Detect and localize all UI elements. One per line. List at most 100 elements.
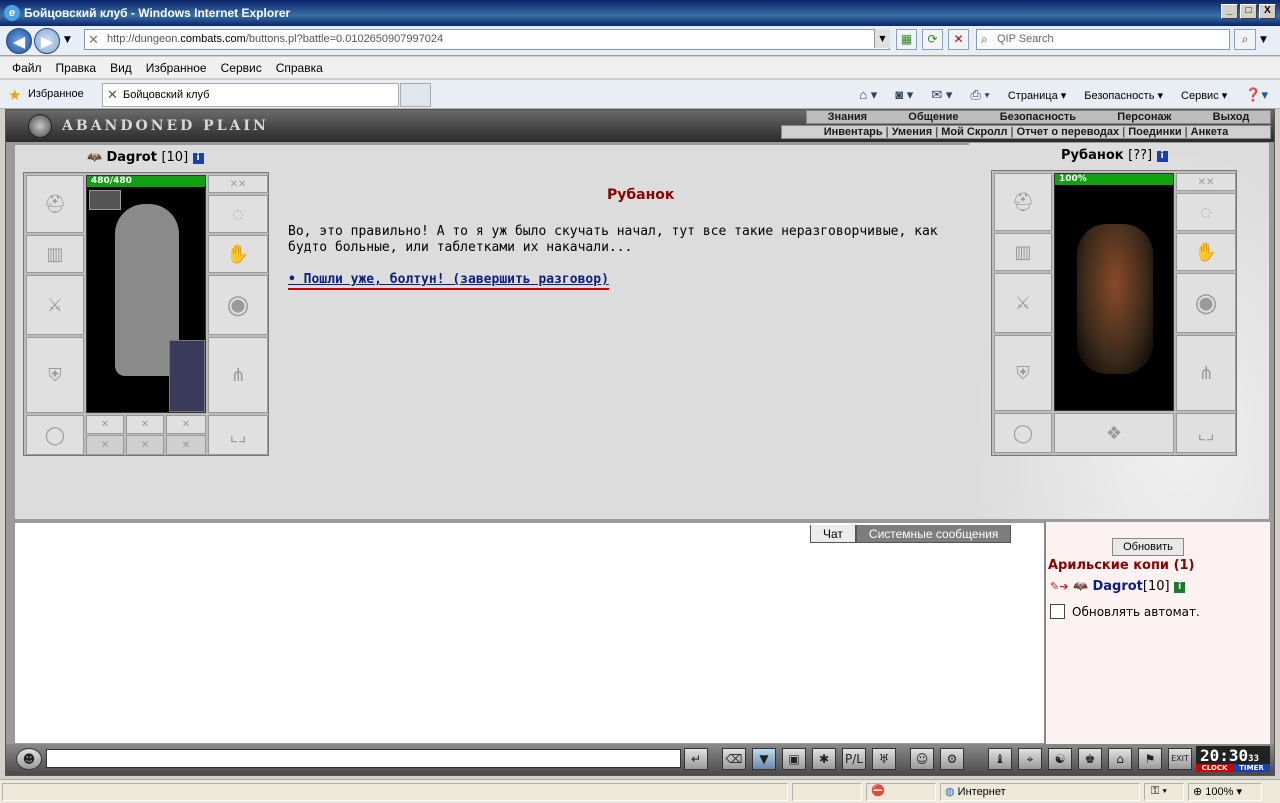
earrings-slot-icon[interactable]: ✕✕: [1176, 173, 1236, 191]
boots-slot-icon[interactable]: ⌞⌟: [1176, 413, 1236, 453]
translit-icon[interactable]: ♅: [872, 748, 896, 770]
auto-refresh-checkbox[interactable]: [1050, 604, 1065, 619]
ring-slot-icon[interactable]: ✕: [126, 415, 164, 434]
exit-icon[interactable]: EXIT: [1168, 748, 1192, 770]
send-enter-icon[interactable]: ↵: [684, 748, 708, 770]
history-dropdown-icon[interactable]: ▼: [64, 35, 71, 45]
belt-slot-icon[interactable]: ◯: [26, 415, 84, 455]
tab-system-messages[interactable]: Системные сообщения: [855, 525, 1012, 543]
smiley-icon[interactable]: ☺: [910, 748, 934, 770]
menu-exit[interactable]: Выход: [1213, 111, 1250, 123]
submenu-profile[interactable]: Анкета: [1191, 126, 1229, 138]
mail-icon[interactable]: ✉ ▾: [931, 87, 952, 103]
no-pvp-icon[interactable]: ✱: [812, 748, 836, 770]
menu-tools[interactable]: Сервис: [221, 61, 262, 75]
private-mode-icon[interactable]: P/L: [842, 748, 866, 770]
menu-help[interactable]: Справка: [276, 61, 323, 75]
end-conversation-link[interactable]: • Пошли уже, болтун! (завершить разговор…: [288, 272, 609, 290]
submenu-transfer-report[interactable]: Отчет о переводах: [1017, 126, 1120, 138]
earrings-slot-icon[interactable]: ✕✕: [208, 175, 268, 193]
amulet-slot-icon[interactable]: ◌: [1176, 193, 1236, 231]
npc-name[interactable]: Рубанок: [1061, 148, 1124, 163]
gloves-slot-icon[interactable]: ✋: [208, 235, 268, 273]
new-tab-button[interactable]: [400, 83, 431, 107]
pet-owl-icon[interactable]: [169, 340, 205, 412]
save-icon[interactable]: ▣: [782, 748, 806, 770]
player-name[interactable]: Dagrot: [106, 150, 156, 165]
spell-slot-icon[interactable]: ✕: [126, 435, 164, 455]
browser-tab[interactable]: ✕ Бойцовский клуб: [102, 83, 399, 107]
forward-button[interactable]: ▶: [34, 28, 60, 54]
stop-icon[interactable]: ✕: [948, 29, 969, 50]
submenu-my-scroll[interactable]: Мой Скролл: [941, 126, 1007, 138]
shield-slot-icon[interactable]: ◉: [1176, 273, 1236, 333]
zone-lock-icon[interactable]: ⚿ ▾: [1144, 783, 1184, 801]
tools-menu[interactable]: Сервис ▾: [1181, 89, 1227, 102]
bracers-slot-icon[interactable]: ▥: [26, 235, 84, 273]
house-icon[interactable]: ⌂: [1108, 748, 1132, 770]
chat-head-icon[interactable]: ☻: [16, 748, 42, 770]
close-button[interactable]: X: [1259, 4, 1276, 19]
npc-info-icon[interactable]: i: [1156, 151, 1168, 162]
tab-chat[interactable]: Чат: [810, 525, 856, 543]
shield-slot-icon[interactable]: ◉: [208, 275, 268, 335]
armor-slot-icon[interactable]: ⛨: [26, 337, 84, 413]
menu-file[interactable]: Файл: [12, 61, 42, 75]
gloves-slot-icon[interactable]: ✋: [1176, 233, 1236, 271]
map-icon[interactable]: ☯: [1048, 748, 1072, 770]
submenu-battles[interactable]: Поединки: [1128, 126, 1181, 138]
spell-slot-icon[interactable]: ✕: [166, 435, 206, 455]
menu-view[interactable]: Вид: [110, 61, 132, 75]
ring-slot-icon[interactable]: ✕: [166, 415, 206, 434]
quest-icon[interactable]: ⌖: [1018, 748, 1042, 770]
protected-mode-icon[interactable]: ⛔: [866, 783, 936, 801]
helmet-slot-icon[interactable]: ⛑: [26, 175, 84, 233]
home-icon[interactable]: ⌂ ▾: [859, 87, 877, 103]
ring-slot-icon[interactable]: ✕: [86, 415, 124, 434]
menu-security[interactable]: Безопасность: [1000, 111, 1076, 123]
submenu-skills[interactable]: Умения: [892, 126, 932, 138]
refresh-icon[interactable]: ⟳: [922, 29, 943, 50]
timer-label[interactable]: TIMER: [1233, 764, 1270, 772]
helmet-slot-icon[interactable]: ⛑: [994, 173, 1052, 231]
menu-favorites[interactable]: Избранное: [146, 61, 207, 75]
page-menu[interactable]: Страница ▾: [1008, 89, 1066, 102]
safety-menu[interactable]: Безопасность ▾: [1084, 89, 1163, 102]
search-go-icon[interactable]: ⌕: [1234, 29, 1256, 50]
address-dropdown-icon[interactable]: ▼: [874, 29, 890, 48]
chat-input[interactable]: [46, 749, 681, 768]
filter-icon[interactable]: ▼: [752, 748, 776, 770]
back-button[interactable]: ◀: [6, 28, 32, 54]
search-options-icon[interactable]: ▼: [1260, 35, 1267, 45]
refresh-button[interactable]: Обновить: [1112, 538, 1184, 556]
zoom-control[interactable]: ⊕ 100% ▾: [1188, 783, 1262, 801]
submenu-inventory[interactable]: Инвентарь: [824, 126, 883, 138]
chat-settings-icon[interactable]: ⚙: [940, 748, 964, 770]
legs-slot-icon[interactable]: ⋔: [208, 337, 268, 413]
feeds-icon[interactable]: ◙ ▾: [895, 87, 913, 103]
help-icon[interactable]: ❓▾: [1245, 87, 1268, 103]
eraser-icon[interactable]: ⌫: [722, 748, 746, 770]
menu-character[interactable]: Персонаж: [1117, 111, 1171, 123]
compat-view-icon[interactable]: ▦: [896, 29, 917, 50]
effect-slot-icon[interactable]: [89, 190, 121, 210]
menu-edit[interactable]: Правка: [56, 61, 97, 75]
spell-slot-icon[interactable]: ✕: [86, 435, 124, 455]
weapon-slot-icon[interactable]: ⚔: [26, 275, 84, 335]
minimize-button[interactable]: _: [1221, 4, 1238, 19]
flag-icon[interactable]: ⚑: [1138, 748, 1162, 770]
belt-slot-icon[interactable]: ◯: [994, 413, 1052, 453]
favorites-star-icon[interactable]: ★: [8, 86, 21, 104]
menu-communication[interactable]: Общение: [908, 111, 958, 123]
search-input[interactable]: ⌕ QIP Search: [976, 29, 1230, 50]
weapon-slot-icon[interactable]: ⚔: [994, 273, 1052, 333]
bag-icon[interactable]: ♝: [988, 748, 1012, 770]
address-input[interactable]: ✕ http://dungeon.combats.com/buttons.pl?b…: [84, 29, 890, 50]
amulet-slot-icon[interactable]: ◌: [208, 195, 268, 233]
bracers-slot-icon[interactable]: ▥: [994, 233, 1052, 271]
boots-slot-icon[interactable]: ⌞⌟: [208, 415, 268, 455]
legs-slot-icon[interactable]: ⋔: [1176, 335, 1236, 411]
online-user-name[interactable]: Dagrot: [1092, 579, 1142, 594]
player-info-icon[interactable]: i: [192, 153, 204, 164]
favorites-button[interactable]: Избранное: [28, 88, 84, 100]
